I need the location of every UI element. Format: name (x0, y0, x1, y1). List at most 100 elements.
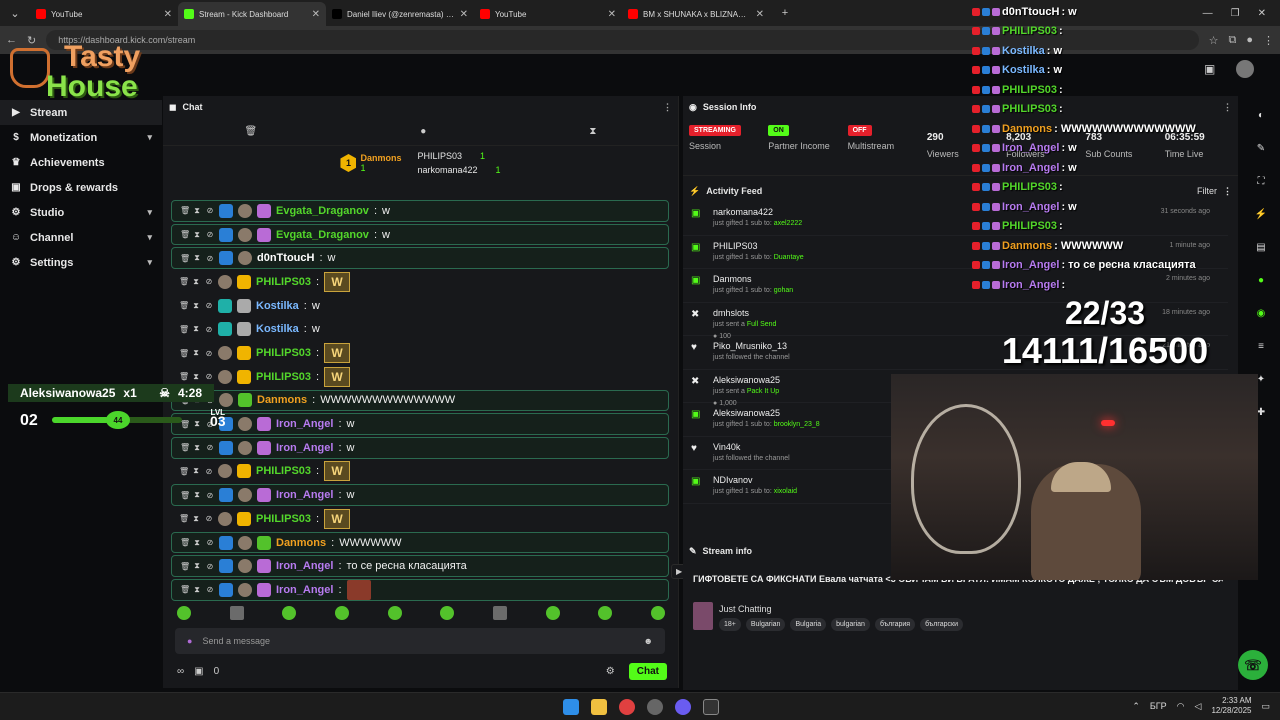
clock[interactable]: 2:33 AM 12/28/2025 (1211, 696, 1251, 716)
activity-user[interactable]: Aleksiwanowa25 (713, 374, 780, 386)
timeout-icon[interactable]: ⧗ (193, 561, 201, 571)
delete-icon[interactable]: 🗑 (180, 230, 190, 239)
ban-icon[interactable]: ⊘ (206, 254, 214, 263)
broadcast-icon[interactable]: ◉ (1252, 304, 1270, 322)
browser-menu-icon[interactable]: ⋮ (1263, 34, 1274, 47)
ban-icon[interactable]: ⊘ (206, 491, 214, 500)
sidebar-item-3[interactable]: ▣ Drops & rewards (0, 175, 162, 200)
emote-icon[interactable] (282, 606, 297, 620)
volume-icon[interactable]: ◁ (1195, 701, 1202, 712)
chat-username[interactable]: Kostilka (256, 300, 299, 312)
stream-tag[interactable]: Bulgaria (790, 618, 827, 631)
new-tab-button[interactable]: + (774, 2, 796, 24)
timeout-icon[interactable]: ⧗ (193, 538, 201, 548)
chat-message[interactable]: 🗑 ⧗ ⊘ PHILIPS03: W (171, 342, 669, 364)
timeout-icon[interactable]: ⧗ (192, 514, 200, 524)
emote-icon[interactable] (334, 606, 349, 620)
mic-icon[interactable]: ● (187, 636, 192, 646)
tab-close-icon[interactable]: ✕ (460, 9, 468, 20)
file-explorer-icon[interactable] (591, 699, 607, 715)
chat-username[interactable]: Iron_Angel (276, 584, 333, 596)
delete-icon[interactable]: 🗑 (180, 538, 190, 547)
delete-icon[interactable]: 🗑 (179, 277, 189, 286)
emoji-icon[interactable]: ☻ (644, 636, 653, 646)
sidebar-item-2[interactable]: ♛ Achievements (0, 150, 162, 175)
ban-icon[interactable]: ⊘ (206, 230, 214, 239)
timeout-icon[interactable]: ⧗ (193, 230, 201, 240)
chat-message[interactable]: 🗑 ⧗ ⊘ Iron_Angel: то се ресна класацията (171, 555, 669, 578)
activity-user[interactable]: Aleksiwanowa25 (713, 407, 820, 419)
chat-message[interactable]: 🗑 ⧗ ⊘ PHILIPS03: W (171, 271, 669, 293)
tab-4[interactable]: BM x SHUNAKA x BLIZNACITE ✕ (622, 2, 770, 26)
timeout-icon[interactable]: ⧗ (193, 206, 201, 216)
delete-icon[interactable]: 🗑 (179, 325, 189, 334)
stream-tag[interactable]: 18+ (719, 618, 741, 631)
ban-icon[interactable]: ⊘ (205, 467, 213, 476)
chat-message[interactable]: 🗑 ⧗ ⊘ Kostilka: w (171, 318, 669, 340)
chat-message[interactable]: 🗑 ⧗ ⊘ Iron_Angel: w (171, 436, 669, 459)
chat-username[interactable]: Danmons (257, 394, 307, 406)
chat-send-button[interactable]: Chat (628, 662, 667, 680)
terminal-icon[interactable] (703, 699, 719, 715)
trash-icon[interactable]: 🗑 (245, 126, 258, 137)
delete-icon[interactable]: 🗑 (180, 443, 190, 452)
hourglass-icon[interactable]: ⧗ (589, 126, 596, 137)
chat-username[interactable]: Iron_Angel (276, 489, 333, 501)
chat-username[interactable]: Kostilka (256, 323, 299, 335)
sidebar-item-5[interactable]: ☺ Channel ▾ (0, 225, 162, 250)
points-icon[interactable]: ∞ (177, 666, 184, 677)
obs-icon[interactable] (647, 699, 663, 715)
chat-message[interactable]: 🗑 ⧗ ⊘ Danmons: WWWWWW (171, 531, 669, 554)
activity-target[interactable]: Full Send (747, 321, 777, 328)
chat-username[interactable]: Evgata_Draganov (276, 205, 369, 217)
activity-user[interactable]: narkomana422 (713, 206, 802, 218)
ban-icon[interactable]: ⊘ (206, 443, 214, 452)
activity-target[interactable]: axel2222 (774, 220, 802, 227)
stream-category[interactable]: Just Chatting (693, 602, 772, 630)
play-icon[interactable]: ▶ (676, 567, 682, 576)
tab-3[interactable]: YouTube ✕ (474, 2, 622, 26)
activity-target[interactable]: brooklyn_23_8 (774, 421, 820, 428)
ban-icon[interactable]: ⊘ (205, 514, 213, 523)
chat-message[interactable]: 🗑 ⧗ ⊘ Iron_Angel: (171, 579, 669, 601)
activity-user[interactable]: NDIvanov (713, 474, 797, 486)
activity-user[interactable]: dmhslots (713, 307, 776, 319)
timeout-icon[interactable]: ⧗ (193, 490, 201, 500)
chat-settings-icon[interactable]: ⚙ (606, 666, 615, 677)
chat-message[interactable]: 🗑 ⧗ ⊘ PHILIPS03: W (171, 461, 669, 483)
delete-icon[interactable]: 🗑 (180, 562, 190, 571)
timeout-icon[interactable]: ⧗ (193, 443, 201, 453)
emote-icon[interactable] (492, 606, 507, 620)
chat-message[interactable]: 🗑 ⧗ ⊘ PHILIPS03: W (171, 508, 669, 530)
chat-bubble-icon[interactable]: ● (420, 126, 426, 137)
notification-icon[interactable]: ▭ (1261, 701, 1270, 712)
chat-username[interactable]: PHILIPS03 (256, 371, 311, 383)
start-icon[interactable] (563, 699, 579, 715)
activity-user[interactable]: Vin40k (713, 441, 790, 453)
chrome-icon[interactable] (619, 699, 635, 715)
delete-icon[interactable]: 🗑 (180, 491, 190, 500)
chat-message[interactable]: 🗑 ⧗ ⊘ PHILIPS03: W (171, 366, 669, 388)
tab-close-icon[interactable]: ✕ (164, 9, 172, 20)
ban-icon[interactable]: ⊘ (205, 277, 213, 286)
chevron-down-icon[interactable]: ▾ (147, 257, 152, 268)
delete-icon[interactable]: 🗑 (179, 349, 189, 358)
activity-user[interactable]: Danmons (713, 273, 793, 285)
ban-icon[interactable]: ⊘ (205, 349, 213, 358)
tab-1[interactable]: Stream - Kick Dashboard ✕ (178, 2, 326, 26)
delete-icon[interactable]: 🗑 (179, 301, 189, 310)
stream-tag[interactable]: bulgarian (831, 618, 870, 631)
activity-target[interactable]: gohan (774, 287, 793, 294)
delete-icon[interactable]: 🗑 (179, 467, 189, 476)
chat-message[interactable]: 🗑 ⧗ ⊘ Evgata_Draganov: w (171, 223, 669, 246)
chevron-down-icon[interactable]: ▾ (147, 232, 152, 243)
chat-username[interactable]: Iron_Angel (276, 560, 333, 572)
delete-icon[interactable]: 🗑 (180, 206, 190, 215)
chat-username[interactable]: d0nTtoucH (257, 252, 314, 264)
chat-message[interactable]: 🗑 ⧗ ⊘ Evgata_Draganov: w (171, 200, 669, 222)
activity-target[interactable]: xixolaid (774, 488, 797, 495)
tab-close-icon[interactable]: ✕ (608, 9, 616, 20)
timeout-icon[interactable]: ⧗ (192, 324, 200, 334)
tab-2[interactable]: Daniel Iliev (@zenremasta) | Ti ✕ (326, 2, 474, 26)
activity-target[interactable]: Pack It Up (747, 388, 779, 395)
